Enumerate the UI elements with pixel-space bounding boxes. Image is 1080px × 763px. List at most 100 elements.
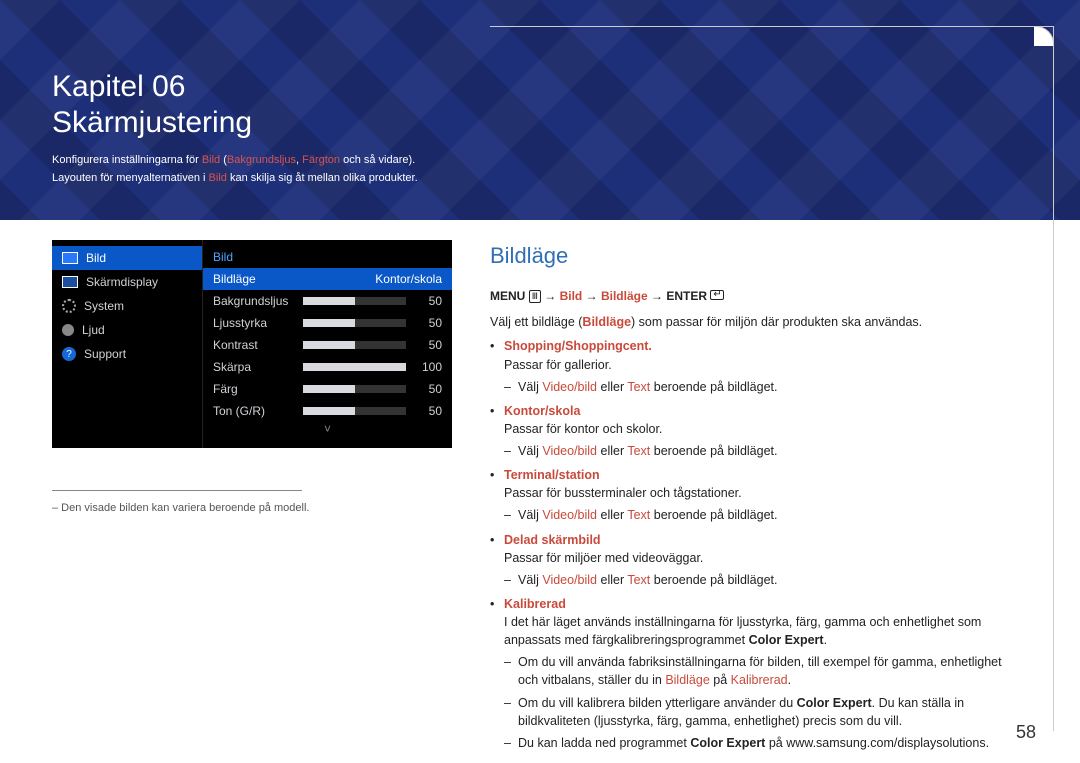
osd-left-item-bild[interactable]: Bild (52, 246, 202, 270)
mode-list: Shopping/Shoppingcent. Passar för galleri… (490, 337, 1020, 752)
text: beroende på bildläget. (650, 508, 777, 522)
hl-text: Text (627, 380, 650, 394)
text: Välj (518, 508, 542, 522)
gear-icon (62, 299, 76, 313)
path-enter-label: ENTER (666, 289, 707, 303)
text: beroende på bildläget. (650, 444, 777, 458)
osd-left-item-ljud[interactable]: Ljud (52, 318, 202, 342)
text: eller (597, 573, 627, 587)
text: Välj (518, 444, 542, 458)
hl-videobild: Video/bild (542, 380, 597, 394)
osd-slider-value: 50 (414, 382, 442, 396)
osd-left-label: Bild (86, 251, 106, 265)
mode-subitem: Du kan ladda ned programmet Color Expert… (504, 734, 1020, 752)
menu-icon: Ⅲ (529, 290, 541, 303)
menu-path: MENU Ⅲ → Bild → Bildläge → ENTER (490, 288, 1020, 305)
hl-text: Text (627, 508, 650, 522)
osd-menu-left-column: Bild Skärmdisplay SystemLjud? Support (52, 240, 202, 448)
osd-option-bildlage[interactable]: Bildläge Kontor/skola (203, 268, 452, 290)
text: Layouten för menyalternativen i (52, 172, 209, 184)
osd-left-item-system[interactable]: System (52, 294, 202, 318)
speaker-icon (62, 324, 74, 336)
osd-slider-label: Ton (G/R) (213, 404, 303, 418)
osd-slider-label: Kontrast (213, 338, 303, 352)
osd-slider-label: Ljusstyrka (213, 316, 303, 330)
page-frame-right (1053, 26, 1054, 731)
mode-item: Delad skärmbild Passar för miljöer med vi… (490, 531, 1020, 589)
osd-menu-mock: Bild Skärmdisplay SystemLjud? Support Bild … (52, 240, 452, 448)
osd-slider-fill (303, 385, 355, 393)
chapter-header: Kapitel 06 Skärmjustering Konfigurera in… (52, 70, 418, 184)
mode-desc: Passar för gallerior. (504, 356, 1020, 374)
mode-sublist: Välj Video/bild eller Text beroende på b… (504, 442, 1020, 460)
hl-videobild: Video/bild (542, 444, 597, 458)
hl-bakgrundsljus: Bakgrundsljus (227, 154, 296, 166)
picture-icon (62, 252, 78, 264)
question-icon: ? (62, 347, 76, 361)
osd-slider-track (303, 385, 406, 393)
path-bildlage: Bildläge (601, 289, 648, 303)
osd-left-item-skärmdisplay[interactable]: Skärmdisplay (52, 270, 202, 294)
hl-text: Text (627, 573, 650, 587)
osd-slider-fill (303, 407, 355, 415)
text: och så vidare). (340, 154, 415, 166)
text: beroende på bildläget. (650, 380, 777, 394)
chevron-down-icon[interactable]: ˅ (213, 422, 442, 440)
text: Välj (518, 573, 542, 587)
hl-videobild: Video/bild (542, 508, 597, 522)
mode-subitem: Om du vill kalibrera bilden ytterligare … (504, 694, 1020, 730)
osd-slider-fill (303, 341, 355, 349)
osd-right-header: Bild (213, 246, 442, 268)
hl-videobild: Video/bild (542, 573, 597, 587)
enter-icon (710, 290, 724, 300)
mode-desc: Passar för miljöer med videoväggar. (504, 549, 1020, 567)
section-heading: Bildläge (490, 240, 1020, 272)
text: eller (597, 380, 627, 394)
content-body: Bildläge MENU Ⅲ → Bild → Bildläge → ENTE… (490, 240, 1020, 752)
osd-slider-value: 50 (414, 294, 442, 308)
osd-slider-ton-g-r-[interactable]: Ton (G/R)50 (213, 400, 442, 422)
mode-subitem: Om du vill använda fabriksinställningarn… (504, 653, 1020, 689)
chapter-subtitle-2: Layouten för menyalternativen i Bild kan… (52, 172, 418, 184)
osd-slider-track (303, 319, 406, 327)
chapter-subtitle-1: Konfigurera inställningarna för Bild (Ba… (52, 154, 418, 166)
osd-slider-kontrast[interactable]: Kontrast50 (213, 334, 442, 356)
osd-slider-f-rg[interactable]: Färg50 (213, 378, 442, 400)
bold-color-expert: Color Expert (797, 696, 872, 710)
mode-sublist: Om du vill använda fabriksinställningarn… (504, 653, 1020, 752)
text: Välj ett bildläge ( (490, 315, 582, 329)
osd-slider-fill (303, 297, 355, 305)
mode-subitem: Välj Video/bild eller Text beroende på b… (504, 378, 1020, 396)
osd-menu-right-column: Bild Bildläge Kontor/skola Bakgrundsljus… (202, 240, 452, 448)
mode-title: Delad skärmbild (504, 533, 601, 547)
path-bild: Bild (560, 289, 583, 303)
osd-slider-ljusstyrka[interactable]: Ljusstyrka 50 (213, 312, 442, 334)
arrow-icon: → (544, 289, 556, 303)
hl-fargton: Färgton (302, 154, 340, 166)
lead-text: Välj ett bildläge (Bildläge) som passar … (490, 313, 1020, 331)
osd-left-label: Skärmdisplay (86, 275, 158, 289)
chapter-number: Kapitel 06 (52, 70, 418, 104)
hl-bild: Bild (202, 154, 220, 166)
text: Välj (518, 380, 542, 394)
osd-left-label: Support (84, 347, 126, 361)
mode-desc: Passar för kontor och skolor. (504, 420, 1020, 438)
osd-slider-bakgrundsljus[interactable]: Bakgrundsljus50 (213, 290, 442, 312)
mode-desc: Passar för bussterminaler och tågstation… (504, 484, 1020, 502)
osd-left-item-support[interactable]: ? Support (52, 342, 202, 366)
osd-slider-sk-rpa[interactable]: Skärpa100 (213, 356, 442, 378)
osd-slider-track (303, 363, 406, 371)
mode-sublist: Välj Video/bild eller Text beroende på b… (504, 378, 1020, 396)
hl-bildlage: Bildläge (582, 315, 631, 329)
mode-title: Shopping/Shoppingcent. (504, 339, 652, 353)
mode-desc: I det här läget används inställningarna … (504, 613, 1020, 649)
mode-item: Terminal/stationPassar för bussterminale… (490, 466, 1020, 524)
mode-sublist: Välj Video/bild eller Text beroende på b… (504, 506, 1020, 524)
osd-slider-fill (303, 363, 406, 371)
text: eller (597, 444, 627, 458)
hl-kalibrerad: Kalibrerad (731, 673, 788, 687)
osd-option-value: Kontor/skola (375, 272, 442, 286)
hl-bildlage: Bildläge (665, 673, 709, 687)
page-frame-top (490, 26, 1054, 27)
osd-slider-value: 50 (414, 316, 442, 330)
